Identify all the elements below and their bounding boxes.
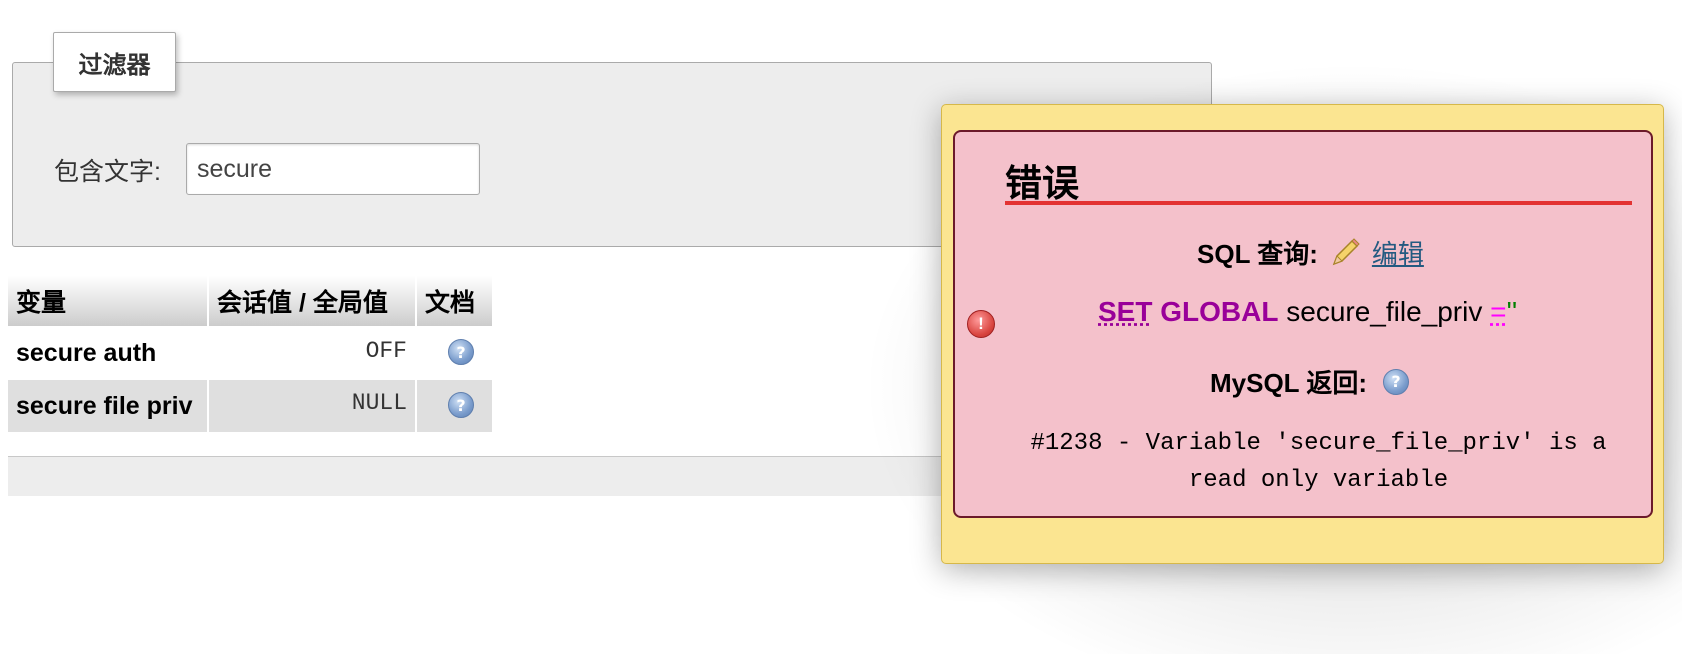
sql-operator[interactable]: = bbox=[1490, 296, 1506, 327]
sql-query-label: SQL 查询: bbox=[1197, 239, 1318, 269]
filter-input[interactable] bbox=[186, 143, 480, 195]
edit-link[interactable]: 编辑 bbox=[1372, 234, 1424, 271]
filter-legend[interactable]: 过滤器 bbox=[53, 32, 176, 92]
error-icon: ! bbox=[967, 310, 995, 338]
mysql-return-label: MySQL 返回: bbox=[1210, 368, 1367, 398]
filter-label: 包含文字: bbox=[54, 158, 161, 186]
mysql-return-row: MySQL 返回: ? bbox=[1210, 363, 1409, 400]
sql-keyword-global: GLOBAL bbox=[1160, 296, 1279, 327]
error-title-rule bbox=[1005, 201, 1632, 205]
help-icon[interactable]: ? bbox=[448, 392, 474, 418]
sql-identifier: secure_file_priv bbox=[1286, 296, 1483, 327]
variable-name: secure file priv bbox=[16, 391, 193, 420]
sql-string: '' bbox=[1506, 296, 1518, 327]
error-title: 错误 bbox=[1005, 163, 1079, 204]
help-icon[interactable]: ? bbox=[448, 339, 474, 365]
error-message: #1238 - Variable 'secure_file_priv' is a… bbox=[1030, 430, 1607, 494]
variable-value[interactable]: NULL bbox=[209, 380, 415, 426]
sql-query-row: SQL 查询: 编辑 bbox=[1197, 234, 1424, 271]
sql-statement: SET GLOBAL secure_file_priv ='' bbox=[1098, 296, 1517, 328]
variable-value[interactable]: OFF bbox=[209, 328, 415, 374]
column-header-variable[interactable]: 变量 bbox=[8, 276, 207, 326]
help-icon[interactable]: ? bbox=[1382, 368, 1409, 395]
sql-keyword-set[interactable]: SET bbox=[1098, 296, 1152, 327]
pencil-icon[interactable] bbox=[1328, 236, 1362, 270]
column-header-value[interactable]: 会话值 / 全局值 bbox=[209, 276, 415, 326]
column-header-docs: 文档 bbox=[417, 276, 492, 326]
variable-name: secure auth bbox=[16, 338, 157, 367]
